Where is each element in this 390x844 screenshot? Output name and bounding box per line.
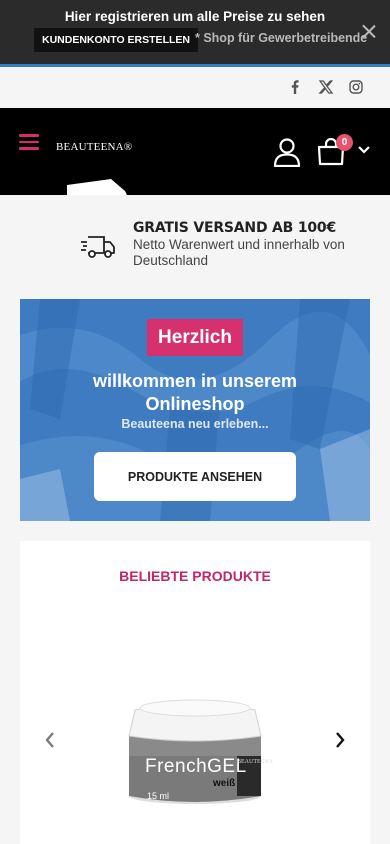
create-account-button[interactable]: KUNDENKONTO ERSTELLEN <box>34 28 198 52</box>
user-icon[interactable] <box>272 137 302 167</box>
products-section-title: BELIEBTE PRODUKTE <box>119 568 271 584</box>
promo-note: * Shop für Gewerbetreibende <box>195 31 368 45</box>
popular-products-section: BELIEBTE PRODUKTE FrenchGEL weiß 15 ml B… <box>20 541 370 844</box>
hero-banner: Herzlich willkommen in unserem Onlinesho… <box>20 299 370 521</box>
promo-bar: Hier registrieren um alle Preise zu sehe… <box>0 0 390 64</box>
chevron-left-icon[interactable] <box>42 730 58 750</box>
logo-swoosh <box>67 179 127 195</box>
hero-badge: Herzlich <box>147 319 243 356</box>
cart-count-badge: 0 <box>336 134 353 151</box>
product-name: FrenchGEL <box>145 756 247 777</box>
product-size: 15 ml <box>147 791 170 801</box>
instagram-icon[interactable] <box>348 79 364 95</box>
close-icon[interactable] <box>362 24 376 38</box>
hero-title: willkommen in unserem Onlineshop <box>92 371 298 414</box>
menu-icon[interactable] <box>19 134 39 150</box>
chevron-right-icon[interactable] <box>332 730 348 750</box>
logo[interactable]: BEAUTEENA® <box>56 141 132 153</box>
hero-subtitle: Beauteena neu erleben... <box>121 417 269 431</box>
product-image[interactable]: FrenchGEL weiß 15 ml BEAUTEENA <box>125 696 273 806</box>
delivery-truck-icon <box>81 236 115 258</box>
chevron-down-icon[interactable] <box>357 145 371 155</box>
product-brand: BEAUTEENA <box>237 759 273 765</box>
product-variant: weiß <box>213 778 236 789</box>
promo-title: Hier registrieren um alle Preise zu sehe… <box>64 9 326 24</box>
shipping-text: Netto Warenwert und innerhalb von Deutsc… <box>133 237 345 268</box>
x-icon[interactable] <box>318 79 334 95</box>
facebook-icon[interactable] <box>287 79 303 95</box>
view-products-button[interactable]: PRODUKTE ANSEHEN <box>94 452 296 501</box>
social-bar <box>0 67 390 108</box>
gel-jar-graphic <box>128 699 262 804</box>
site-header: BEAUTEENA® 0 <box>0 108 390 195</box>
shipping-title: GRATIS VERSAND AB 100€ <box>133 220 336 236</box>
